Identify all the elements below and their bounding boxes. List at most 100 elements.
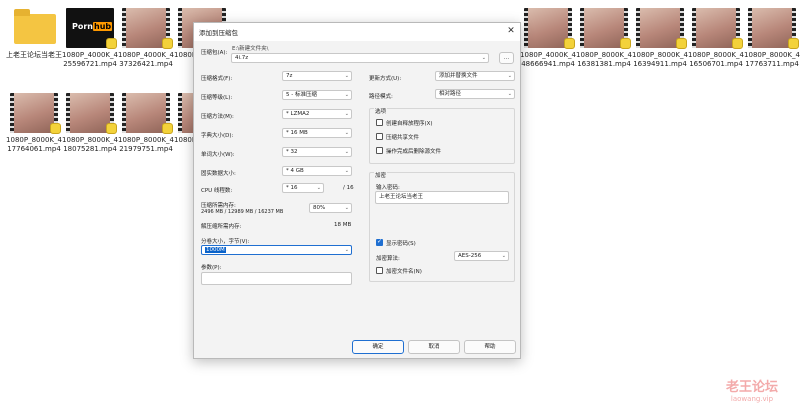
help-button[interactable]: 帮助	[464, 340, 516, 354]
sync-badge-icon	[106, 38, 117, 49]
sync-badge-icon	[676, 38, 687, 49]
file-label: 1080P_4000K_425596721.mp4	[62, 51, 118, 68]
file-label: 1080P_8000K_418075281.mp4	[62, 136, 118, 153]
delete-after-label: 操作完成后删除源文件	[386, 149, 442, 155]
pornhub-logo-icon: Pornhub	[72, 22, 113, 31]
dialog-titlebar[interactable]: 添加到压缩包 ✕	[194, 23, 520, 41]
sync-badge-icon	[564, 38, 575, 49]
memory-detail: 2496 MB / 12989 MB / 16237 MB	[201, 209, 284, 215]
chevron-down-icon: ⌄	[507, 91, 512, 97]
format-select[interactable]: 7z ⌄	[282, 71, 352, 81]
method-label: 压缩方法(M):	[201, 114, 234, 120]
chevron-down-icon: ⌄	[344, 205, 349, 211]
file-label: 1080P_8000K_421979751.mp4	[118, 136, 174, 153]
options-title: 选项	[374, 107, 388, 115]
cpu-threads-label: CPU 线程数:	[201, 188, 233, 194]
word-size-select[interactable]: * 32 ⌄	[282, 147, 352, 157]
archive-directory: E:\新建文件夹\	[232, 46, 269, 52]
sync-badge-icon	[732, 38, 743, 49]
watermark-url: laowang.vip	[730, 395, 774, 403]
update-mode-select[interactable]: 添加并替换文件 ⌄	[435, 71, 515, 81]
method-select[interactable]: * LZMA2 ⌄	[282, 109, 352, 119]
chevron-down-icon: ⌄	[481, 55, 486, 61]
sync-badge-icon	[50, 123, 61, 134]
encryption-method-select[interactable]: AES-256 ⌄	[454, 251, 509, 261]
parameters-input[interactable]	[201, 272, 352, 285]
shared-files-checkbox[interactable]	[376, 133, 383, 140]
path-mode-select[interactable]: 相对路径 ⌄	[435, 89, 515, 99]
chevron-down-icon: ⌄	[316, 185, 321, 191]
decompress-memory-value: 18 MB	[334, 222, 352, 228]
solid-size-label: 固实数据大小:	[201, 171, 236, 177]
cpu-threads-value: * 16	[286, 185, 298, 191]
sync-badge-icon	[162, 38, 173, 49]
sync-badge-icon	[788, 38, 799, 49]
ok-button[interactable]: 确定	[352, 340, 404, 354]
memory-percent-select[interactable]: 80% ⌄	[309, 203, 352, 213]
dictionary-label: 字典大小(D):	[201, 133, 234, 139]
chevron-down-icon: ⌄	[344, 247, 349, 253]
file-label: 1080P_8000K_416394911.mp4	[632, 51, 688, 68]
show-password-checkbox[interactable]	[376, 238, 383, 246]
file-label: 1080P_4000K_437326421.mp4	[118, 51, 174, 68]
format-value: 7z	[286, 73, 293, 79]
encryption-method-value: AES-256	[458, 253, 482, 259]
desktop: 上老王论坛当老王 Pornhub 1080P_4000K_425596721.m…	[0, 0, 800, 410]
password-label: 输入密码:	[376, 185, 400, 191]
watermark: 老王论坛 laowang.vip	[712, 376, 792, 403]
delete-after-checkbox[interactable]	[376, 147, 383, 154]
password-input[interactable]: 上老王论坛当老王	[375, 191, 509, 204]
parameters-label: 参数(P):	[201, 265, 222, 271]
cpu-threads-max: / 16	[343, 185, 354, 191]
decompress-memory-label: 解压缩所需内存:	[201, 224, 242, 230]
memory-percent-value: 80%	[313, 205, 326, 211]
dictionary-select[interactable]: * 16 MB ⌄	[282, 128, 352, 138]
chevron-down-icon: ⌄	[344, 111, 349, 117]
watermark-title: 老王论坛	[725, 380, 778, 395]
add-to-archive-dialog: 添加到压缩包 ✕ 压缩包(A): E:\新建文件夹\ 4i.7z ⌄ ... 压…	[193, 22, 521, 359]
update-mode-label: 更新方式(U):	[369, 76, 402, 82]
chevron-down-icon: ⌄	[507, 73, 512, 79]
cpu-threads-select[interactable]: * 16 ⌄	[282, 183, 324, 193]
sfx-label: 创建自释放程序(X)	[386, 121, 433, 127]
chevron-down-icon: ⌄	[344, 149, 349, 155]
word-size-label: 单词大小(W):	[201, 152, 235, 158]
level-select[interactable]: 5 - 标准压缩 ⌄	[282, 90, 352, 100]
file-label: 1080P_8000K_416381381.mp4	[576, 51, 632, 68]
path-mode-label: 路径模式:	[369, 94, 393, 100]
folder-icon	[10, 8, 58, 48]
memory-label: 压缩所需内存:	[201, 203, 236, 209]
chevron-down-icon: ⌄	[344, 168, 349, 174]
solid-size-select[interactable]: * 4 GB ⌄	[282, 166, 352, 176]
file-label: 1080P_4000K_448666941.mp4	[520, 51, 576, 68]
path-mode-value: 相对路径	[439, 91, 462, 97]
method-value: * LZMA2	[286, 111, 310, 117]
close-icon[interactable]: ✕	[504, 25, 518, 38]
browse-button[interactable]: ...	[499, 52, 514, 64]
chevron-down-icon: ⌄	[344, 130, 349, 136]
sync-badge-icon	[620, 38, 631, 49]
encrypt-filenames-label: 加密文件名(N)	[386, 269, 422, 275]
cancel-button[interactable]: 取消	[408, 340, 460, 354]
sfx-checkbox[interactable]	[376, 119, 383, 126]
shared-files-label: 压缩共享文件	[386, 135, 420, 141]
encrypt-filenames-checkbox[interactable]	[376, 267, 383, 274]
archive-label: 压缩包(A):	[201, 50, 228, 56]
dialog-title: 添加到压缩包	[199, 29, 238, 37]
format-label: 压缩格式(F):	[201, 76, 233, 82]
solid-size-value: * 4 GB	[286, 168, 304, 174]
file-label: 上老王论坛当老王	[6, 51, 62, 59]
update-mode-value: 添加并替换文件	[439, 73, 478, 79]
dictionary-value: * 16 MB	[286, 130, 308, 136]
split-size-value: 1000M	[205, 247, 226, 253]
encryption-method-label: 加密算法:	[376, 256, 400, 262]
split-size-label: 分卷大小，字节(V):	[201, 239, 250, 245]
file-label: 1080P_8000K_416506701.mp4	[688, 51, 744, 68]
level-value: 5 - 标准压缩	[286, 92, 317, 98]
chevron-down-icon: ⌄	[344, 92, 349, 98]
split-size-combo[interactable]: 1000M ⌄	[201, 245, 352, 255]
chevron-down-icon: ⌄	[344, 73, 349, 79]
sync-badge-icon	[162, 123, 173, 134]
archive-name-combo[interactable]: 4i.7z ⌄	[231, 53, 489, 63]
sync-badge-icon	[106, 123, 117, 134]
